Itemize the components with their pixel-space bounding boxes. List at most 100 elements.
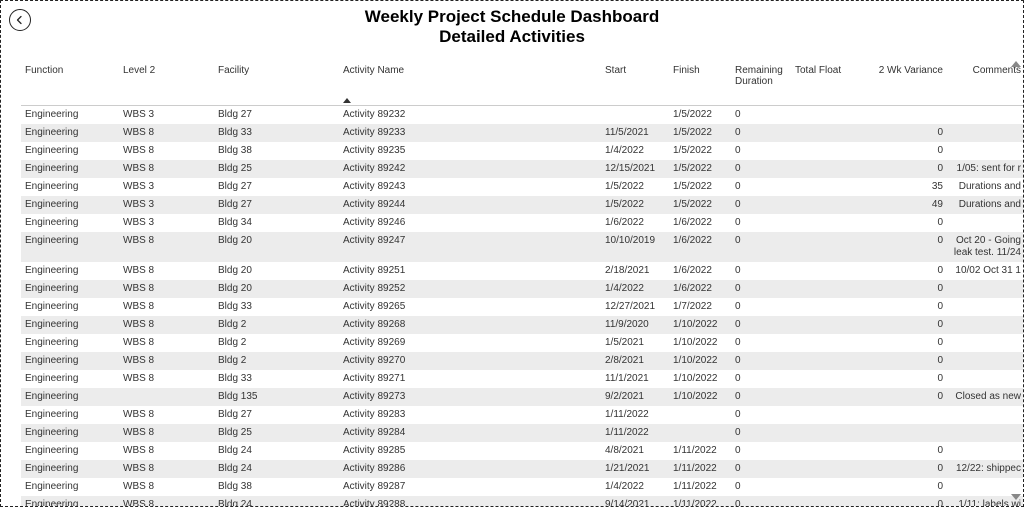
cell-start: 12/27/2021 — [601, 298, 669, 316]
cell-level2 — [119, 388, 214, 406]
cell-remaining: 0 — [731, 370, 791, 388]
cell-facility: Bldg 34 — [214, 214, 339, 232]
cell-activity: Activity 89285 — [339, 442, 601, 460]
cell-function: Engineering — [21, 316, 119, 334]
cell-variance — [847, 106, 947, 125]
table-row[interactable]: EngineeringWBS 8Bldg 20Activity 892512/1… — [21, 262, 1023, 280]
column-header-totalfloat[interactable]: Total Float — [791, 57, 847, 106]
table-row[interactable]: EngineeringWBS 3Bldg 27Activity 892441/5… — [21, 196, 1023, 214]
cell-start: 1/4/2022 — [601, 280, 669, 298]
column-header-start[interactable]: Start — [601, 57, 669, 106]
cell-level2: WBS 3 — [119, 106, 214, 125]
page-title: Weekly Project Schedule Dashboard — [1, 7, 1023, 27]
table-row[interactable]: EngineeringWBS 8Bldg 24Activity 892854/8… — [21, 442, 1023, 460]
cell-function: Engineering — [21, 106, 119, 125]
cell-function: Engineering — [21, 280, 119, 298]
table-row[interactable]: EngineeringBldg 135Activity 892739/2/202… — [21, 388, 1023, 406]
cell-level2: WBS 8 — [119, 298, 214, 316]
table-row[interactable]: EngineeringWBS 8Bldg 33Activity 8926512/… — [21, 298, 1023, 316]
cell-variance: 0 — [847, 334, 947, 352]
cell-finish: 1/10/2022 — [669, 334, 731, 352]
cell-function: Engineering — [21, 142, 119, 160]
table-row[interactable]: EngineeringWBS 8Bldg 38Activity 892871/4… — [21, 478, 1023, 496]
cell-level2: WBS 8 — [119, 352, 214, 370]
cell-facility: Bldg 27 — [214, 196, 339, 214]
scroll-up-icon[interactable] — [1011, 61, 1021, 67]
cell-start — [601, 106, 669, 125]
cell-variance: 0 — [847, 262, 947, 280]
cell-function: Engineering — [21, 196, 119, 214]
cell-totalfloat — [791, 334, 847, 352]
cell-remaining: 0 — [731, 352, 791, 370]
back-button[interactable] — [9, 9, 31, 31]
cell-facility: Bldg 24 — [214, 460, 339, 478]
table-row[interactable]: EngineeringWBS 8Bldg 20Activity 892521/4… — [21, 280, 1023, 298]
column-header-facility[interactable]: Facility — [214, 57, 339, 106]
cell-activity: Activity 89273 — [339, 388, 601, 406]
cell-totalfloat — [791, 142, 847, 160]
grid-body: EngineeringWBS 3Bldg 27Activity 892321/5… — [21, 106, 1023, 507]
cell-facility: Bldg 20 — [214, 262, 339, 280]
column-header-variance[interactable]: 2 Wk Variance — [847, 57, 947, 106]
cell-function: Engineering — [21, 214, 119, 232]
table-row[interactable]: EngineeringWBS 3Bldg 34Activity 892461/6… — [21, 214, 1023, 232]
dashboard-page: Weekly Project Schedule Dashboard Detail… — [0, 0, 1024, 507]
cell-variance — [847, 424, 947, 442]
cell-facility: Bldg 24 — [214, 496, 339, 506]
cell-remaining: 0 — [731, 442, 791, 460]
cell-remaining: 0 — [731, 388, 791, 406]
cell-level2: WBS 8 — [119, 124, 214, 142]
cell-facility: Bldg 2 — [214, 352, 339, 370]
page-subtitle: Detailed Activities — [1, 27, 1023, 47]
cell-finish: 1/5/2022 — [669, 142, 731, 160]
table-row[interactable]: EngineeringWBS 8Bldg 33Activity 8923311/… — [21, 124, 1023, 142]
cell-variance: 0 — [847, 124, 947, 142]
cell-variance: 0 — [847, 232, 947, 262]
table-row[interactable]: EngineeringWBS 8Bldg 24Activity 892861/2… — [21, 460, 1023, 478]
table-row[interactable]: EngineeringWBS 8Bldg 33Activity 8927111/… — [21, 370, 1023, 388]
cell-function: Engineering — [21, 124, 119, 142]
cell-totalfloat — [791, 298, 847, 316]
table-row[interactable]: EngineeringWBS 8Bldg 20Activity 8924710/… — [21, 232, 1023, 262]
cell-finish: 1/5/2022 — [669, 106, 731, 125]
cell-remaining: 0 — [731, 406, 791, 424]
cell-totalfloat — [791, 352, 847, 370]
column-header-remaining[interactable]: Remaining Duration — [731, 57, 791, 106]
cell-level2: WBS 3 — [119, 214, 214, 232]
cell-start: 1/6/2022 — [601, 214, 669, 232]
column-header-function[interactable]: Function — [21, 57, 119, 106]
table-row[interactable]: EngineeringWBS 8Bldg 27Activity 892831/1… — [21, 406, 1023, 424]
cell-facility: Bldg 38 — [214, 478, 339, 496]
table-row[interactable]: EngineeringWBS 8Bldg 24Activity 892889/1… — [21, 496, 1023, 506]
cell-remaining: 0 — [731, 298, 791, 316]
cell-finish: 1/5/2022 — [669, 160, 731, 178]
cell-remaining: 0 — [731, 478, 791, 496]
cell-finish: 1/5/2022 — [669, 124, 731, 142]
table-row[interactable]: EngineeringWBS 8Bldg 2Activity 892691/5/… — [21, 334, 1023, 352]
table-row[interactable]: EngineeringWBS 8Bldg 25Activity 8924212/… — [21, 160, 1023, 178]
column-header-finish[interactable]: Finish — [669, 57, 731, 106]
vertical-scrollbar[interactable] — [1011, 61, 1021, 500]
cell-totalfloat — [791, 406, 847, 424]
cell-remaining: 0 — [731, 160, 791, 178]
column-header-level2[interactable]: Level 2 — [119, 57, 214, 106]
cell-function: Engineering — [21, 178, 119, 196]
cell-facility: Bldg 20 — [214, 280, 339, 298]
table-row[interactable]: EngineeringWBS 3Bldg 27Activity 892431/5… — [21, 178, 1023, 196]
cell-function: Engineering — [21, 406, 119, 424]
cell-totalfloat — [791, 316, 847, 334]
table-row[interactable]: EngineeringWBS 8Bldg 38Activity 892351/4… — [21, 142, 1023, 160]
table-row[interactable]: EngineeringWBS 3Bldg 27Activity 892321/5… — [21, 106, 1023, 125]
scroll-down-icon[interactable] — [1011, 494, 1021, 500]
cell-finish: 1/6/2022 — [669, 262, 731, 280]
column-header-activity[interactable]: Activity Name — [339, 57, 601, 106]
cell-activity: Activity 89287 — [339, 478, 601, 496]
table-row[interactable]: EngineeringWBS 8Bldg 2Activity 892702/8/… — [21, 352, 1023, 370]
table-row[interactable]: EngineeringWBS 8Bldg 2Activity 8926811/9… — [21, 316, 1023, 334]
cell-function: Engineering — [21, 388, 119, 406]
table-row[interactable]: EngineeringWBS 8Bldg 25Activity 892841/1… — [21, 424, 1023, 442]
cell-variance: 0 — [847, 142, 947, 160]
cell-remaining: 0 — [731, 232, 791, 262]
cell-start: 9/2/2021 — [601, 388, 669, 406]
cell-totalfloat — [791, 478, 847, 496]
